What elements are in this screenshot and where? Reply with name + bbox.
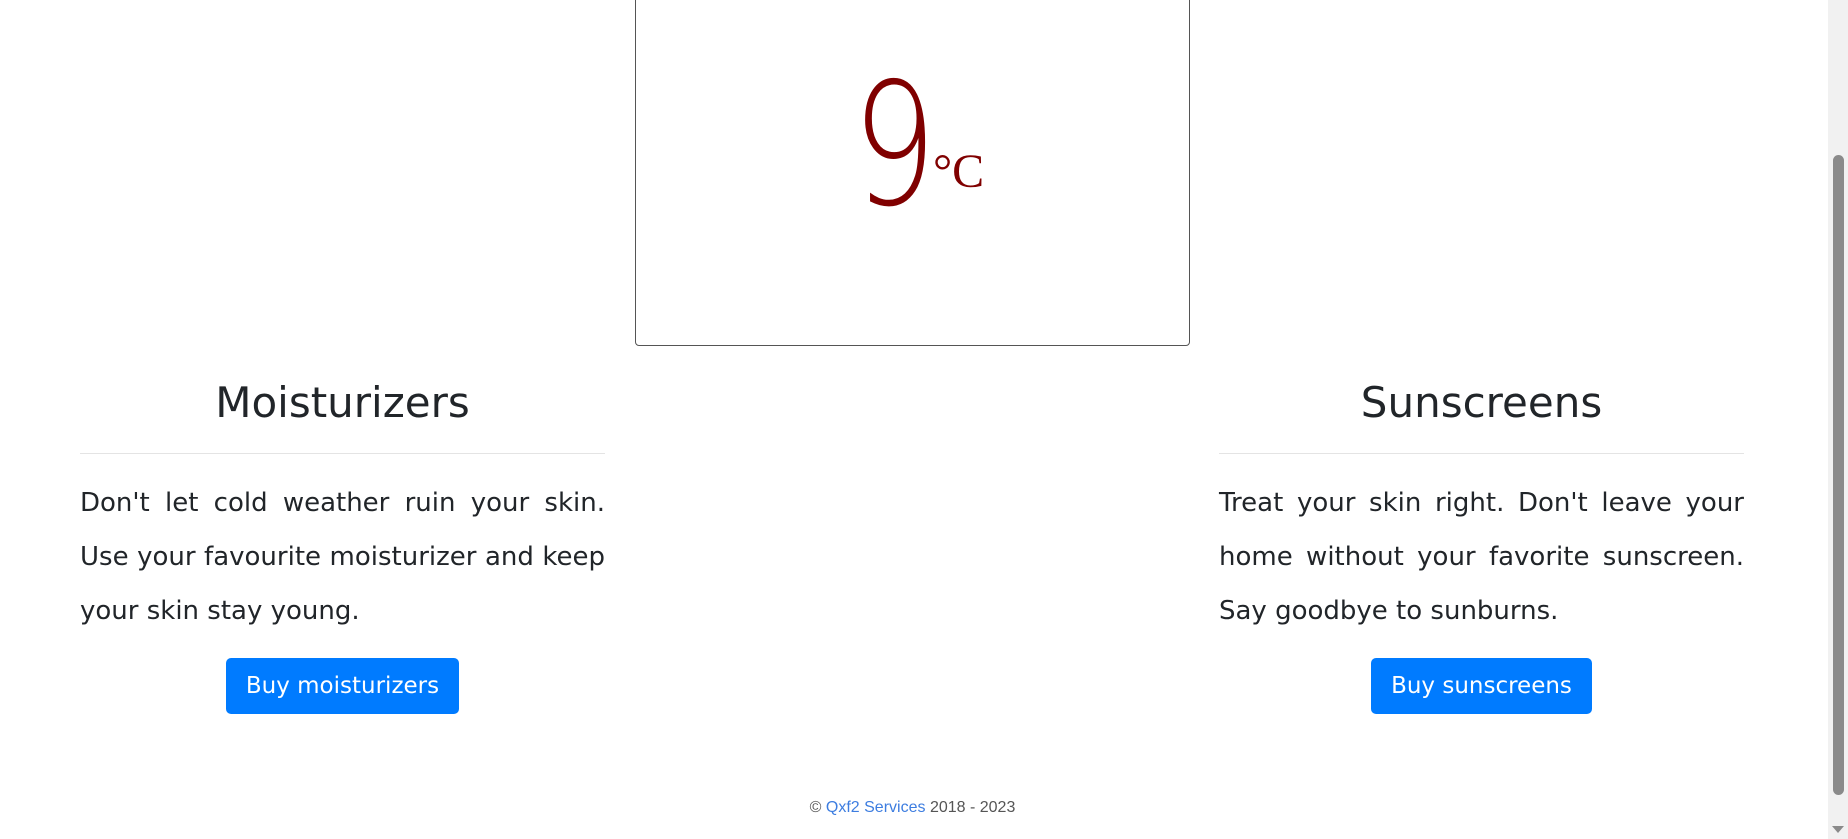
scroll-down-arrow-icon[interactable] (1832, 826, 1844, 833)
moisturizers-button-wrap: Buy moisturizers (80, 658, 605, 714)
buy-moisturizers-button[interactable]: Buy moisturizers (225, 658, 460, 714)
moisturizers-section: Moisturizers Don't let cold weather ruin… (80, 376, 605, 714)
moisturizers-title: Moisturizers (215, 378, 470, 427)
temperature-unit: °C (932, 145, 985, 198)
page: 9°C Moisturizers Don't let cold weather … (0, 0, 1848, 839)
sunscreens-section: Sunscreens Treat your skin right. Don't … (1219, 376, 1744, 714)
footer: © Qxf2 Services 2018 - 2023 (0, 799, 1825, 817)
sunscreens-button-wrap: Buy sunscreens (1219, 658, 1744, 714)
moisturizers-divider (80, 453, 605, 454)
buy-sunscreens-button[interactable]: Buy sunscreens (1371, 658, 1592, 714)
sunscreens-title: Sunscreens (1360, 378, 1603, 427)
footer-years: 2018 - 2023 (929, 799, 1016, 816)
vertical-scrollbar[interactable] (1828, 0, 1848, 839)
copyright-symbol: © (809, 799, 822, 816)
sunscreens-divider (1219, 453, 1744, 454)
temperature-value: 9 (852, 47, 936, 245)
moisturizers-description: Don't let cold weather ruin your skin. U… (80, 488, 605, 626)
temperature-card: 9°C (635, 0, 1190, 346)
scrollbar-thumb[interactable] (1833, 155, 1844, 795)
temperature-display: 9°C (636, 47, 1189, 245)
sunscreens-description: Treat your skin right. Don't leave your … (1219, 488, 1744, 626)
company-link[interactable]: Qxf2 Services (826, 799, 926, 816)
